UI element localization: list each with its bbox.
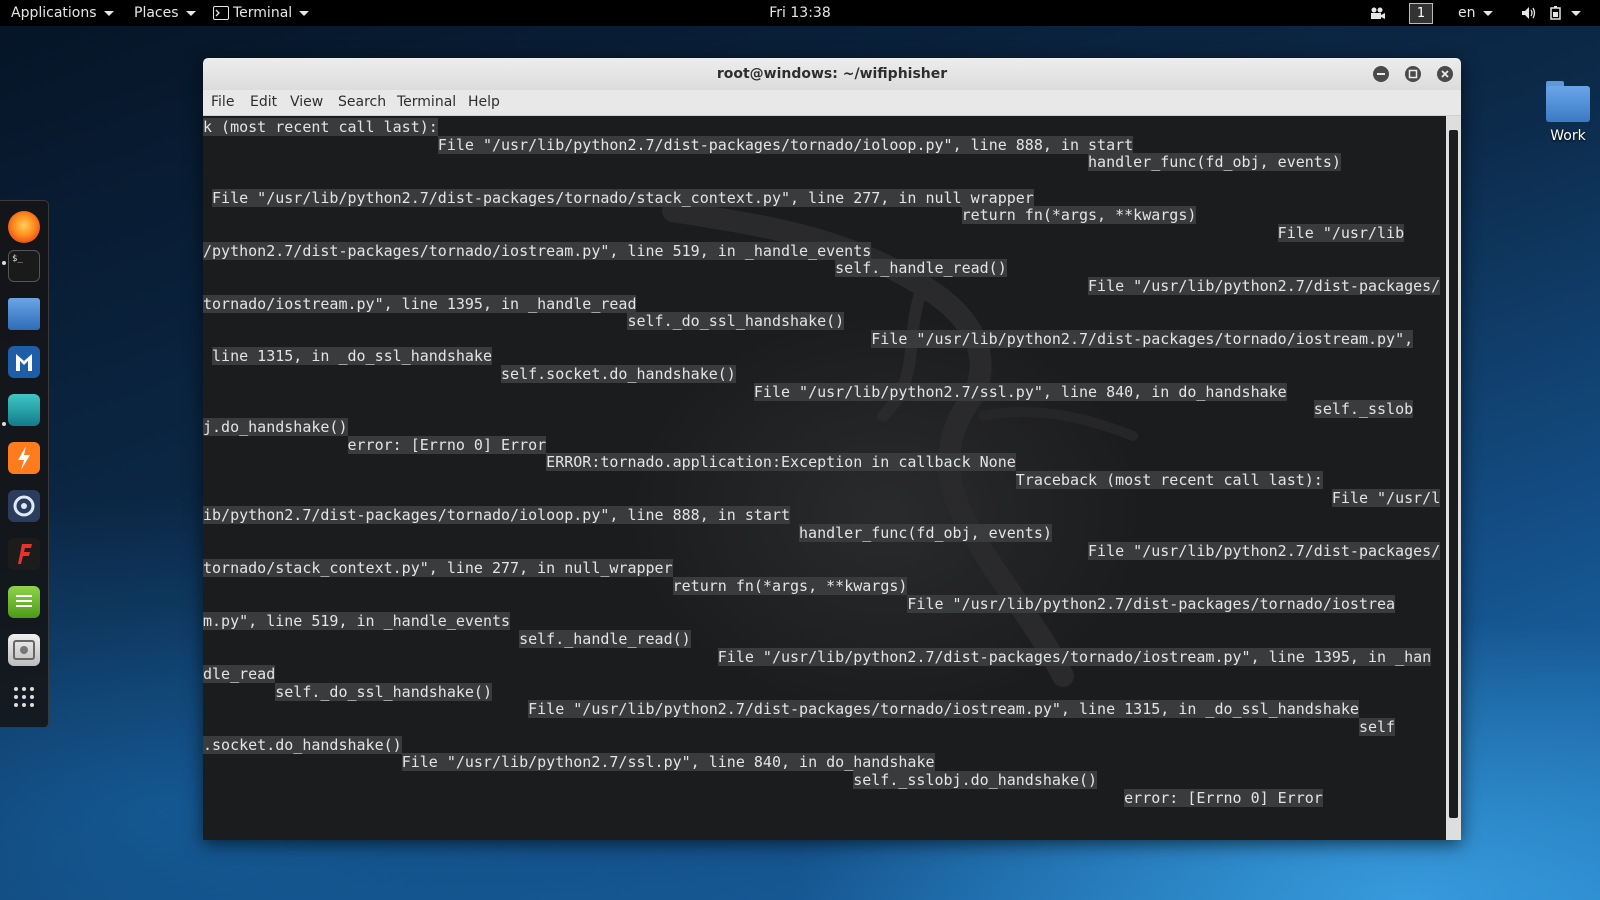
- terminal-line: k (most recent call last):: [203, 118, 438, 136]
- metasploit-icon[interactable]: [8, 346, 40, 378]
- terminal-line: File "/usr/lib/python2.7/dist-packages/t…: [871, 329, 1414, 348]
- terminal-line: self._handle_read(): [835, 259, 1007, 278]
- terminal-line: tornado/stack_context.py", line 277, in …: [203, 559, 673, 578]
- top-panel: Applications Places Terminal Fri 13:38 1…: [0, 0, 1600, 26]
- screenshot-icon[interactable]: [8, 634, 40, 666]
- terminal-line: File "/usr/lib/python2.7/dist-packages/: [1088, 541, 1441, 560]
- firefox-icon[interactable]: [8, 211, 40, 243]
- terminal-line: tornado/iostream.py", line 1395, in _han…: [203, 294, 637, 313]
- terminal-line: return fn(*args, **kwargs): [672, 576, 908, 595]
- terminal-line: /python2.7/dist-packages/tornado/iostrea…: [203, 241, 872, 260]
- chevron-down-icon: [1482, 10, 1493, 16]
- terminal-line: File "/usr/lib/python2.7/ssl.py", line 8…: [401, 753, 935, 772]
- work-folder-label: Work: [1550, 128, 1586, 144]
- title-bar[interactable]: root@windows: ~/wifiphisher: [203, 58, 1461, 90]
- maltego-icon[interactable]: [8, 490, 40, 522]
- terminal-line: File "/usr/lib/python2.7/dist-packages/t…: [717, 647, 1432, 666]
- menu-help[interactable]: Help: [468, 90, 500, 115]
- terminal-line: handler_func(fd_obj, events): [799, 523, 1052, 542]
- speaker-glyph: [1522, 7, 1536, 19]
- favorites-dock: $_: [0, 200, 49, 728]
- grid-glyph: [14, 687, 34, 707]
- show-apps-icon[interactable]: [8, 681, 40, 713]
- faraday-icon[interactable]: [8, 538, 40, 570]
- terminal-line: File "/usr/lib/python2.7/dist-packages/: [1088, 276, 1441, 295]
- folder-icon: [1546, 86, 1590, 122]
- maximize-icon: [1408, 69, 1418, 79]
- faraday-glyph: [18, 544, 32, 564]
- armitage-icon[interactable]: [8, 394, 40, 426]
- terminal-line: .socket.do_handshake(): [203, 735, 402, 754]
- video-camera-icon[interactable]: [1369, 0, 1385, 26]
- terminal-line: File "/usr/lib/python2.7/dist-packages/t…: [437, 135, 1134, 154]
- leafpad-glyph: [16, 595, 32, 607]
- terminal-line: j.do_handshake(): [203, 418, 348, 437]
- terminal-window[interactable]: root@windows: ~/wifiphisher File Edit Vi…: [203, 58, 1461, 840]
- clock-text: Fri 13:38: [769, 5, 831, 21]
- menu-terminal[interactable]: Terminal: [397, 90, 456, 115]
- terminal-line: line 1315, in _do_ssl_handshake: [212, 347, 492, 366]
- terminal-line: self: [1358, 718, 1396, 737]
- terminal-line: File "/usr/lib: [1277, 223, 1405, 242]
- menu-search[interactable]: Search: [338, 90, 386, 115]
- window-title: root@windows: ~/wifiphisher: [716, 66, 948, 82]
- menu-file[interactable]: File: [211, 90, 234, 115]
- terminal-line: error: [Errno 0] Error: [1124, 788, 1323, 807]
- active-indicator: [2, 422, 6, 426]
- minimize-button[interactable]: [1373, 66, 1389, 82]
- files-icon[interactable]: [8, 298, 40, 330]
- leafpad-icon[interactable]: [8, 586, 40, 618]
- close-button[interactable]: [1437, 66, 1453, 82]
- battery-icon: [1550, 6, 1561, 20]
- language-menu[interactable]: en: [1458, 0, 1493, 26]
- terminal-icon[interactable]: $_: [8, 250, 40, 282]
- camera-glyph: [1371, 7, 1385, 19]
- menu-view[interactable]: View: [290, 90, 323, 115]
- burpsuite-icon[interactable]: [8, 442, 40, 474]
- maximize-button[interactable]: [1405, 66, 1421, 82]
- burp-glyph: [18, 446, 30, 470]
- terminal-line: self._sslob: [1313, 400, 1414, 419]
- workspace-indicator[interactable]: 1: [1409, 3, 1433, 24]
- terminal-line: self._handle_read(): [519, 629, 691, 648]
- terminal-line: error: [Errno 0] Error: [347, 435, 547, 454]
- clock[interactable]: Fri 13:38: [0, 0, 1600, 26]
- work-folder[interactable]: Work: [1538, 80, 1598, 150]
- volume-icon[interactable]: [1521, 0, 1537, 26]
- power-menu[interactable]: [1548, 0, 1581, 26]
- terminal-line: return fn(*args, **kwargs): [961, 206, 1197, 225]
- terminal-line: handler_func(fd_obj, events): [1088, 153, 1341, 172]
- terminal-line: File "/usr/lib/python2.7/dist-packages/t…: [528, 700, 1359, 719]
- chevron-down-icon: [1571, 10, 1581, 16]
- menu-bar: File Edit View Search Terminal Help: [203, 90, 1461, 116]
- terminal-line: Traceback (most recent call last):: [1015, 471, 1323, 489]
- terminal-line: dle_read: [203, 665, 276, 684]
- metasploit-glyph: [16, 354, 32, 371]
- terminal-line: self.socket.do_handshake(): [501, 365, 736, 384]
- language-label: en: [1458, 5, 1476, 21]
- terminal-line: File "/usr/lib/python2.7/ssl.py", line 8…: [753, 382, 1287, 401]
- menu-edit[interactable]: Edit: [250, 90, 277, 115]
- terminal-line: ERROR:tornado.application:Exception in c…: [546, 453, 1016, 472]
- terminal-line: self._sslobj.do_handshake(): [853, 771, 1098, 790]
- terminal-line: self._do_ssl_handshake(): [627, 312, 845, 331]
- maltego-glyph: [13, 495, 35, 517]
- close-icon: [1441, 70, 1449, 78]
- terminal-line: ib/python2.7/dist-packages/tornado/ioloo…: [203, 506, 790, 525]
- terminal-line: m.py", line 519, in _handle_events: [203, 612, 511, 631]
- active-indicator: [2, 261, 6, 265]
- screenshot-glyph: [13, 640, 35, 660]
- terminal-line: File "/usr/l: [1331, 488, 1441, 507]
- scrollbar-thumb[interactable]: [1449, 130, 1458, 818]
- terminal-output[interactable]: k (most recent call last): File "/usr/li…: [203, 116, 1446, 840]
- terminal-scrollbar[interactable]: [1446, 116, 1461, 840]
- terminal-line: File "/usr/lib/python2.7/dist-packages/t…: [907, 594, 1396, 613]
- terminal-line: File "/usr/lib/python2.7/dist-packages/t…: [212, 188, 1034, 207]
- terminal-line: self._do_ssl_handshake(): [275, 682, 492, 701]
- minimize-icon: [1377, 73, 1385, 75]
